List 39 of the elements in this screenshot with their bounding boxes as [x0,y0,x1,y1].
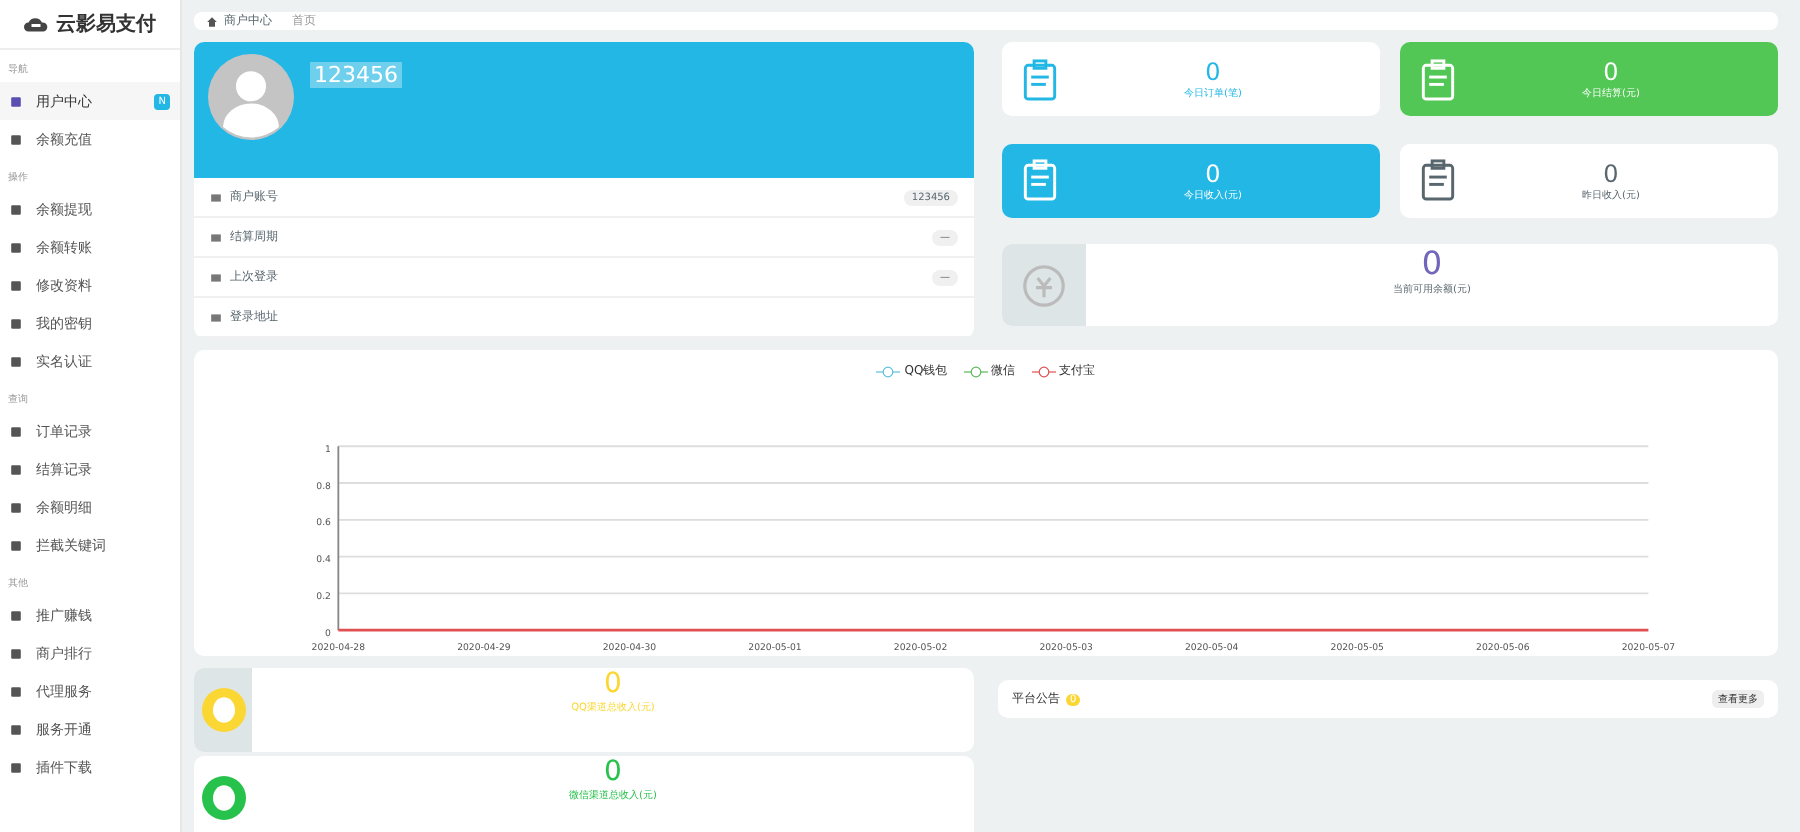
circle-icon [201,776,245,820]
circle-icon [201,688,245,732]
square-icon [10,317,22,329]
avatar-icon [208,54,294,140]
app-name: 云影易支付 [56,11,156,38]
channel-value: 0 [604,668,622,700]
stat-value: 0 [1603,58,1619,86]
clipboard-icon [1018,158,1062,203]
clipboard-icon [1416,158,1460,203]
stat-value: 0 [1205,58,1221,86]
home-icon [206,15,218,27]
square-icon [10,501,22,513]
clipboard-icon [1416,57,1460,101]
square-icon [10,133,22,145]
square-icon [10,761,22,773]
square-icon [10,279,22,291]
balance-value: 0 [1421,244,1443,283]
square-icon [10,647,22,659]
stat-value: 0 [1603,159,1619,188]
square-icon [210,271,222,283]
clipboard-icon [1018,57,1062,101]
square-icon [210,191,222,203]
square-icon [10,95,22,107]
merchant-name: 123456 [310,62,402,88]
square-icon [10,355,22,367]
channel-value: 0 [604,756,622,788]
square-icon [10,539,22,551]
square-icon [210,311,222,323]
cloud-icon [24,16,48,32]
square-icon [210,231,222,243]
square-icon [10,425,22,437]
stat-value: 0 [1205,159,1221,188]
square-icon [10,723,22,735]
square-icon [10,463,22,475]
square-icon [10,203,22,215]
coin-icon [1020,261,1068,310]
square-icon [10,241,22,253]
square-icon [10,609,22,621]
square-icon [10,685,22,697]
